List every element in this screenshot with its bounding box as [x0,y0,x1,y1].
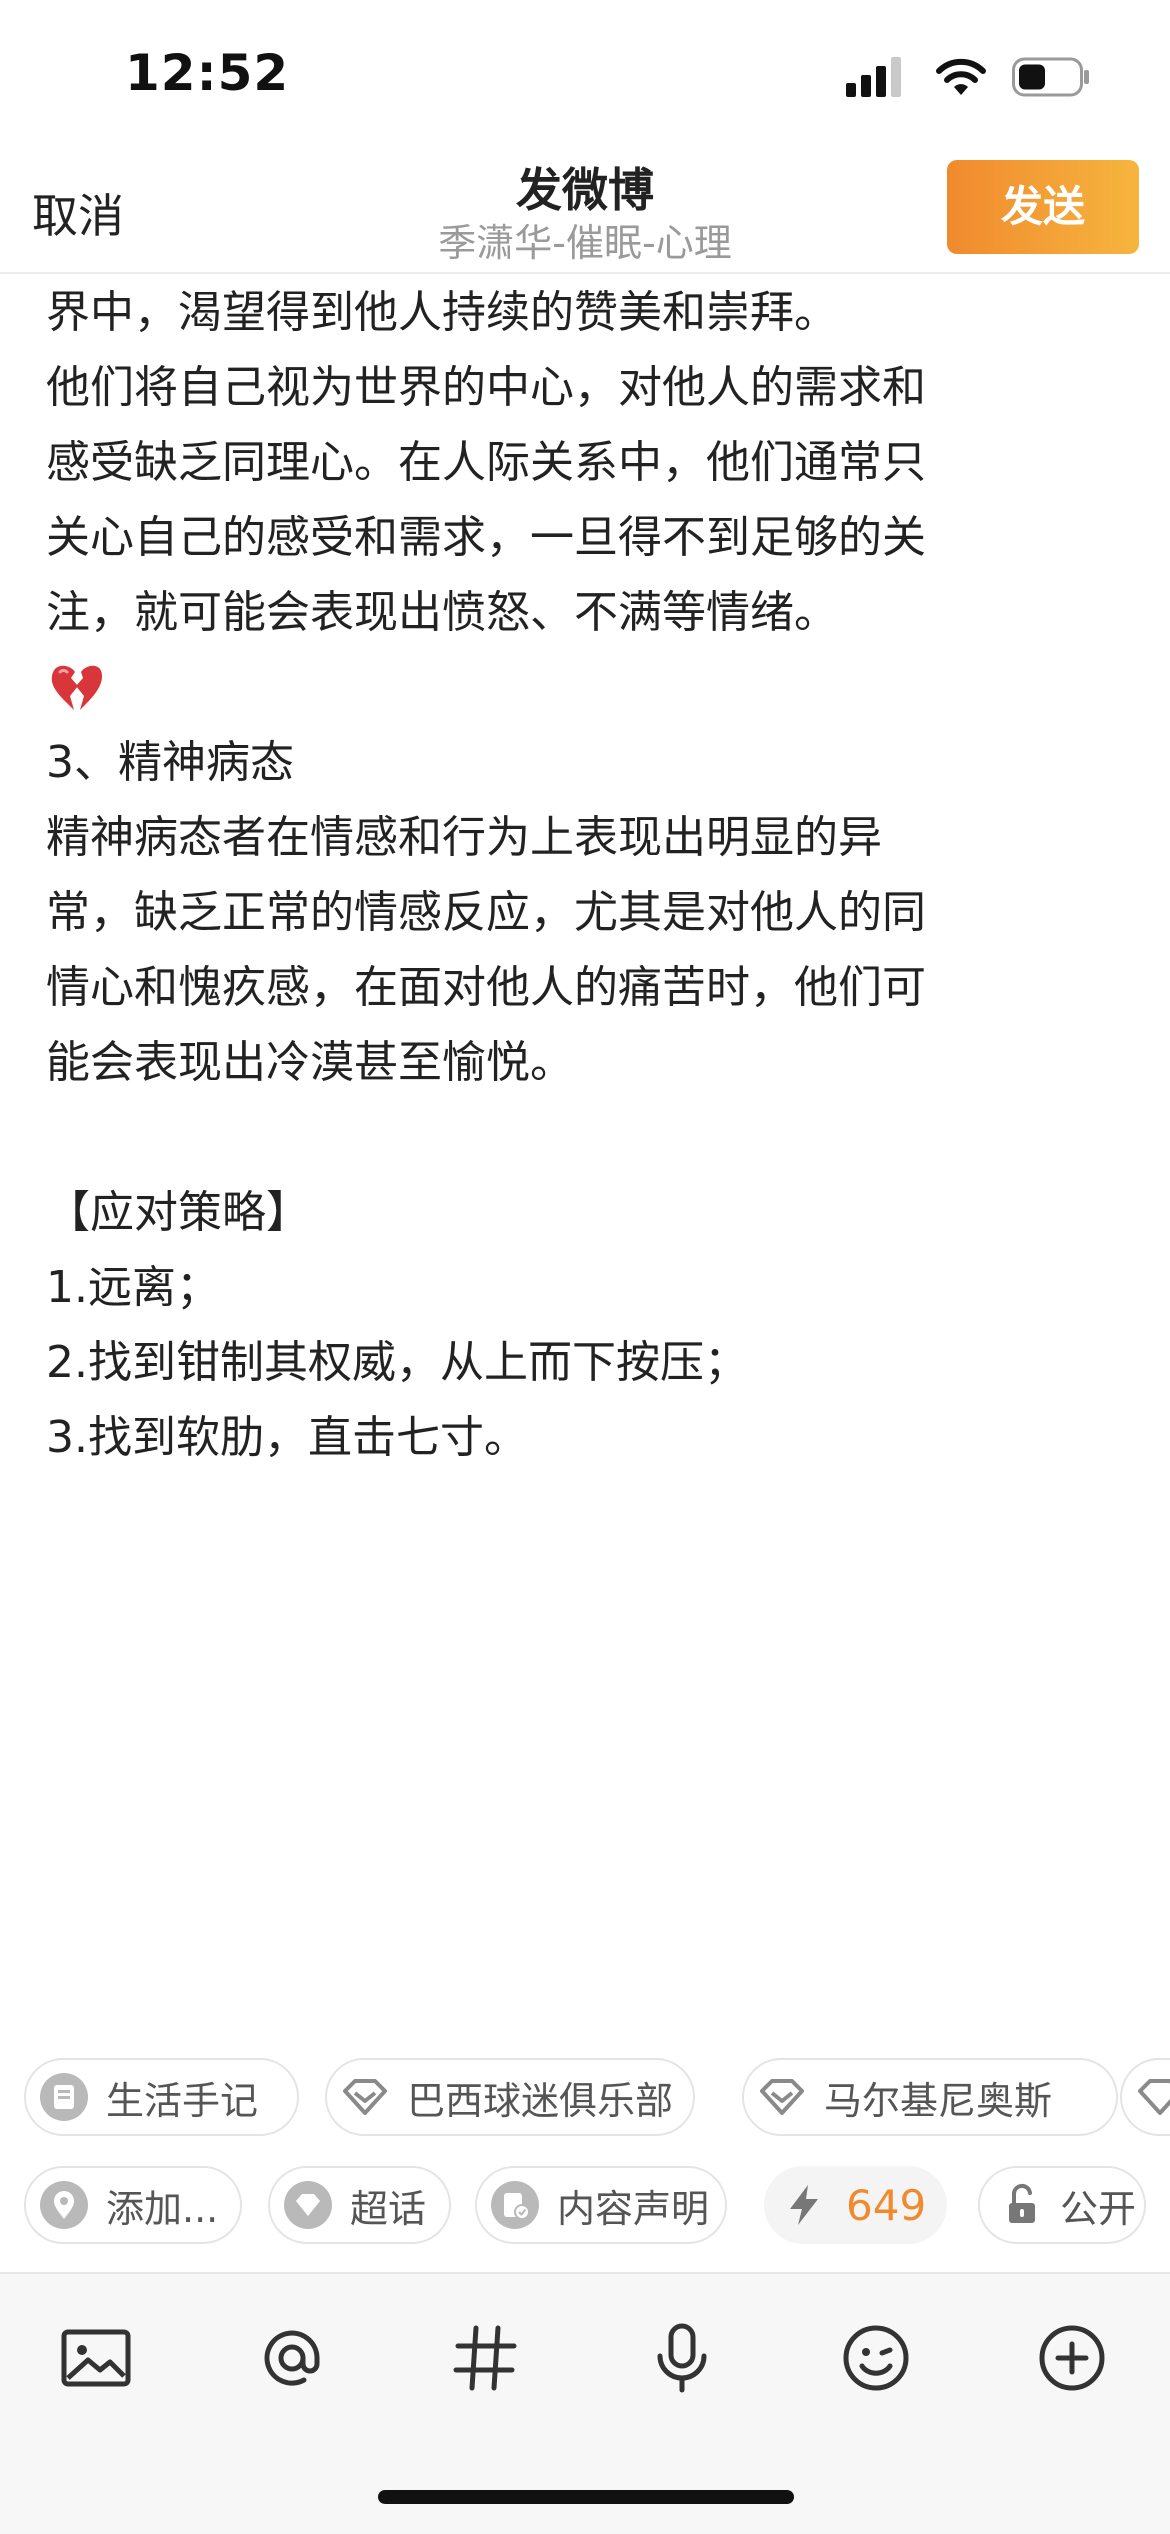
home-indicator[interactable] [378,2490,794,2504]
diamond-icon [343,2079,387,2115]
fast-forward-count-chip[interactable]: 649 [764,2166,947,2244]
diamond-badge-icon [284,2181,332,2229]
text-line: 界中，渴望得到他人持续的赞美和崇拜。 [46,287,838,338]
chip-label: 内容声明 [557,2186,710,2231]
text-line: 1.远离； [46,1262,220,1313]
microphone-icon[interactable] [644,2320,720,2396]
text-line: 【应对策略】 [46,1187,310,1238]
notebook-icon [40,2073,88,2121]
emoji-icon[interactable] [838,2320,914,2396]
battery-icon [1012,57,1089,97]
broken-heart-icon [51,665,102,710]
chip-label: 超话 [350,2186,427,2231]
topic-chip[interactable]: 生活手记 [24,2058,299,2136]
visibility-chip[interactable]: 公开 [978,2166,1146,2244]
compose-nav-bar: 取消 发微博 季潇华-催眠-心理 发送 [0,150,1170,274]
add-icon[interactable] [1034,2320,1110,2396]
hashtag-icon[interactable] [448,2320,524,2396]
emoji-line [46,650,1136,725]
topic-chip[interactable]: 马尔基尼奥斯 [742,2058,1118,2136]
diamond-icon [760,2079,804,2115]
location-pin-icon [40,2181,88,2229]
add-location-chip[interactable]: 添加... [24,2166,242,2244]
at-icon[interactable] [254,2320,330,2396]
chip-label: 生活手记 [106,2078,259,2123]
super-topic-chip[interactable]: 超话 [268,2166,451,2244]
text-line: 能会表现出冷漠甚至愉悦。 [46,1037,574,1088]
text-line: 常，缺乏正常的情感反应，尤其是对他人的同 [46,887,926,938]
chip-label: 公开 [1060,2186,1137,2231]
image-icon[interactable] [58,2320,134,2396]
text-line: 精神病态者在情感和行为上表现出明显的异 [46,812,882,863]
chip-count: 649 [846,2180,927,2230]
statement-icon [491,2181,539,2229]
text-line: 3.找到软肋，直击七寸。 [46,1412,528,1463]
status-bar: 12:52 [0,0,1170,150]
text-line: 他们将自己视为世界的中心，对他人的需求和 [46,362,926,413]
content-statement-chip[interactable]: 内容声明 [475,2166,727,2244]
text-line: 感受缺乏同理心。在人际关系中，他们通常只 [46,437,926,488]
status-time: 12:52 [125,44,290,102]
status-icons [846,52,1090,102]
unlock-icon [1009,2183,1035,2223]
chip-label: 巴西球迷俱乐部 [407,2078,674,2123]
text-line: 3、精神病态 [46,737,294,788]
wifi-icon [936,58,986,95]
text-line: 注，就可能会表现出愤怒、不满等情绪。 [46,587,838,638]
diamond-icon [1138,2079,1170,2115]
chip-label: 添加... [106,2186,219,2231]
topic-chip[interactable]: 巴西球迷俱乐部 [325,2058,695,2136]
topic-chip-partial[interactable] [1120,2058,1170,2136]
text-line: 关心自己的感受和需求，一旦得不到足够的关 [46,512,926,563]
send-button[interactable]: 发送 [947,160,1139,254]
text-line: 2.找到钳制其权威，从上而下按压； [46,1337,748,1388]
post-text-area[interactable]: 界中，渴望得到他人持续的赞美和崇拜。 他们将自己视为世界的中心，对他人的需求和 … [46,275,1136,1475]
post-options-row: 添加... 超话 内容声明 649 公开 [24,2166,1170,2246]
lightning-icon [790,2185,818,2225]
chip-label: 马尔基尼奥斯 [824,2078,1053,2123]
text-line: 情心和愧疚感，在面对他人的痛苦时，他们可 [46,962,926,1013]
topic-suggestion-row: 生活手记 巴西球迷俱乐部 马尔基尼奥斯 [24,2058,1170,2138]
cellular-signal-icon [846,57,901,97]
